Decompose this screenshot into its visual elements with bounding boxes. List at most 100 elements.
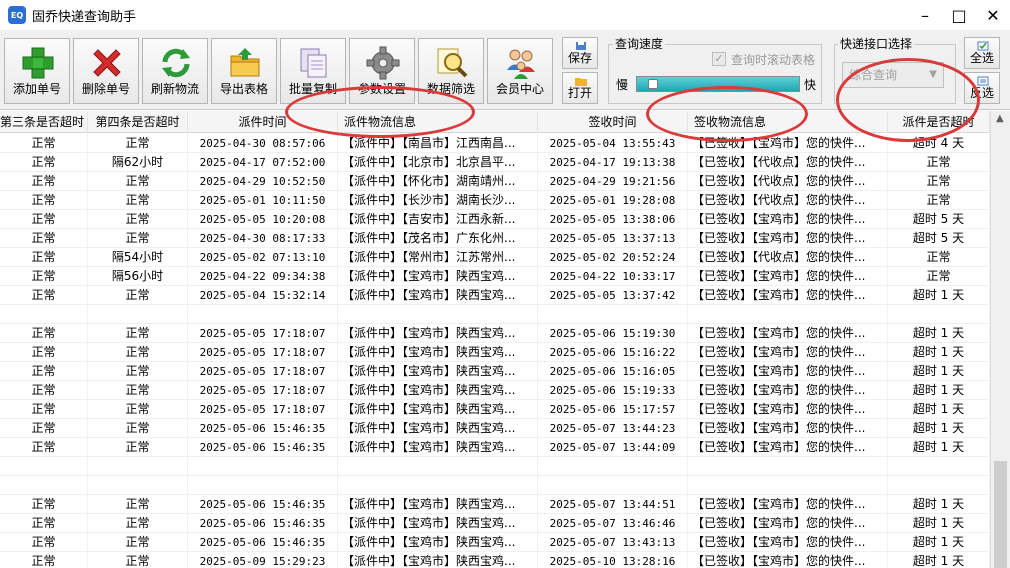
cell-sign-info: 【已签收】【宝鸡市】您的快件... [688,267,888,286]
cell-dispatch-time: 2025-05-05 17:18:07 [188,400,338,419]
table-row[interactable]: 正常 隔62小时 2025-04-17 07:52:00 【派件中】【北京市】北京昌平… [0,153,990,172]
refresh-logistics-button[interactable]: 刷新物流 [142,38,208,104]
minimize-icon[interactable]: – [908,0,942,30]
cell-third-timeout: 正常 [0,172,88,191]
cell-sign-time: 2025-05-07 13:44:51 [538,495,688,514]
cell-dispatch-time: 2025-05-05 17:18:07 [188,362,338,381]
cell-third-timeout: 正常 [0,495,88,514]
table-row[interactable]: 正常 正常 2025-04-30 08:57:06 【派件中】【南昌市】江西南昌...… [0,134,990,153]
open-folder-icon [575,78,587,86]
open-button[interactable]: 打开 [562,72,598,104]
cell-sign-info: 【已签收】【宝鸡市】您的快件... [688,495,888,514]
cell-dispatch-timeout: 超时 1 天 [888,343,990,362]
table-row[interactable]: 正常 正常 2025-05-05 17:18:07 【派件中】【宝鸡市】陕西宝鸡...… [0,343,990,362]
table-row[interactable]: 正常 隔56小时 2025-04-22 09:34:38 【派件中】【宝鸡市】陕西宝鸡… [0,267,990,286]
table-row[interactable]: 正常 正常 2025-05-05 17:18:07 【派件中】【宝鸡市】陕西宝鸡...… [0,400,990,419]
cell-dispatch-time [188,305,338,324]
col-header-dispatch-time[interactable]: 派件时间 [188,111,338,133]
courier-interface-select[interactable]: 综合查询 ▼ [842,62,944,88]
table-row[interactable]: 正常 正常 2025-05-01 10:11:50 【派件中】【长沙市】湖南长沙...… [0,191,990,210]
export-table-label: 导出表格 [219,82,268,96]
query-speed-slider[interactable] [636,76,800,92]
member-center-button[interactable]: 会员中心 [487,38,553,104]
table-row[interactable]: 正常 正常 2025-05-05 10:20:08 【派件中】【吉安市】江西永新...… [0,210,990,229]
cell-dispatch-time: 2025-05-05 17:18:07 [188,343,338,362]
cell-fourth-timeout: 隔54小时 [88,248,188,267]
invert-selection-icon [977,76,989,86]
cell-sign-time: 2025-05-07 13:46:46 [538,514,688,533]
table-row[interactable]: 正常 正常 2025-05-06 15:46:35 【派件中】【宝鸡市】陕西宝鸡...… [0,438,990,457]
cell-third-timeout: 正常 [0,229,88,248]
table-row[interactable] [0,476,990,495]
table-row[interactable]: 正常 正常 2025-05-06 15:46:35 【派件中】【宝鸡市】陕西宝鸡...… [0,533,990,552]
parameter-settings-button[interactable]: 参数设置 [349,38,415,104]
scrollbar-thumb[interactable] [994,461,1007,568]
cell-third-timeout: 正常 [0,286,88,305]
cell-dispatch-info: 【派件中】【北京市】北京昌平... [338,153,538,172]
col-header-fourth-timeout[interactable]: 第四条是否超时 [88,111,188,133]
scroll-up-icon[interactable]: ▲ [996,113,1004,124]
cell-third-timeout: 正常 [0,210,88,229]
close-icon[interactable]: ✕ [976,0,1010,30]
cell-sign-info [688,476,888,495]
col-header-sign-time[interactable]: 签收时间 [538,111,688,133]
delete-number-label: 删除单号 [81,82,130,96]
table-row[interactable]: 正常 正常 2025-04-29 10:52:50 【派件中】【怀化市】湖南靖州...… [0,172,990,191]
cell-third-timeout: 正常 [0,533,88,552]
speed-slow-label: 慢 [616,78,629,92]
cell-dispatch-time [188,457,338,476]
scroll-table-checkbox[interactable]: ✓ [712,52,726,66]
table-row[interactable] [0,305,990,324]
cell-dispatch-info: 【派件中】【宝鸡市】陕西宝鸡... [338,495,538,514]
table-row[interactable]: 正常 正常 2025-05-09 15:29:23 【派件中】【宝鸡市】陕西宝鸡...… [0,552,990,568]
delete-number-button[interactable]: 删除单号 [73,38,139,104]
cell-sign-time: 2025-05-06 15:19:33 [538,381,688,400]
window-title: 固乔快递查询助手 [32,9,137,25]
cell-dispatch-time: 2025-05-05 17:18:07 [188,381,338,400]
cell-dispatch-info [338,476,538,495]
cell-third-timeout: 正常 [0,267,88,286]
table-row[interactable] [0,457,990,476]
col-header-sign-info[interactable]: 签收物流信息 [688,111,888,133]
invert-selection-button[interactable]: 反选 [964,72,1000,104]
delete-x-icon [93,49,121,77]
query-speed-title: 查询速度 [613,35,666,52]
table-row[interactable]: 正常 正常 2025-05-06 15:46:35 【派件中】【宝鸡市】陕西宝鸡...… [0,514,990,533]
cell-dispatch-info: 【派件中】【常州市】江苏常州... [338,248,538,267]
vertical-scrollbar[interactable]: ▲ [990,111,1010,568]
cell-third-timeout: 正常 [0,514,88,533]
cell-fourth-timeout: 隔56小时 [88,267,188,286]
cell-dispatch-info [338,305,538,324]
table-row[interactable]: 正常 正常 2025-05-04 15:32:14 【派件中】【宝鸡市】陕西宝鸡...… [0,286,990,305]
cell-dispatch-timeout: 正常 [888,172,990,191]
maximize-icon[interactable]: □ [942,0,976,30]
cell-sign-info: 【已签收】【宝鸡市】您的快件... [688,343,888,362]
table-row[interactable]: 正常 正常 2025-05-05 17:18:07 【派件中】【宝鸡市】陕西宝鸡...… [0,324,990,343]
cell-dispatch-time: 2025-05-06 15:46:35 [188,533,338,552]
batch-copy-label: 批量复制 [288,82,337,96]
add-number-button[interactable]: 添加单号 [4,38,70,104]
data-filter-button[interactable]: 数据筛选 [418,38,484,104]
cell-sign-time: 2025-05-06 15:16:22 [538,343,688,362]
export-table-button[interactable]: 导出表格 [211,38,277,104]
select-all-button[interactable]: 全选 [964,37,1000,69]
table-row[interactable]: 正常 正常 2025-04-30 08:17:33 【派件中】【茂名市】广东化州...… [0,229,990,248]
slider-thumb[interactable] [648,79,659,89]
table-row[interactable]: 正常 正常 2025-05-05 17:18:07 【派件中】【宝鸡市】陕西宝鸡...… [0,381,990,400]
table-row[interactable]: 正常 正常 2025-05-06 15:46:35 【派件中】【宝鸡市】陕西宝鸡...… [0,495,990,514]
col-header-dispatch-info[interactable]: 派件物流信息 [338,111,538,133]
table-row[interactable]: 正常 正常 2025-05-06 15:46:35 【派件中】【宝鸡市】陕西宝鸡...… [0,419,990,438]
cell-fourth-timeout: 正常 [88,381,188,400]
cell-sign-info [688,457,888,476]
cell-sign-time: 2025-05-01 19:28:08 [538,191,688,210]
cell-sign-info: 【已签收】【宝鸡市】您的快件... [688,419,888,438]
table-row[interactable]: 正常 隔54小时 2025-05-02 07:13:10 【派件中】【常州市】江苏常州… [0,248,990,267]
cell-sign-info: 【已签收】【代收点】您的快件... [688,172,888,191]
save-button[interactable]: 保存 [562,37,598,69]
col-header-third-timeout[interactable]: 第三条是否超时 [0,111,88,133]
col-header-dispatch-timeout[interactable]: 派件是否超时 [888,111,990,133]
cell-dispatch-timeout: 超时 1 天 [888,286,990,305]
table-row[interactable]: 正常 正常 2025-05-05 17:18:07 【派件中】【宝鸡市】陕西宝鸡...… [0,362,990,381]
batch-copy-button[interactable]: 批量复制 [280,38,346,104]
parameter-settings-label: 参数设置 [357,82,406,96]
